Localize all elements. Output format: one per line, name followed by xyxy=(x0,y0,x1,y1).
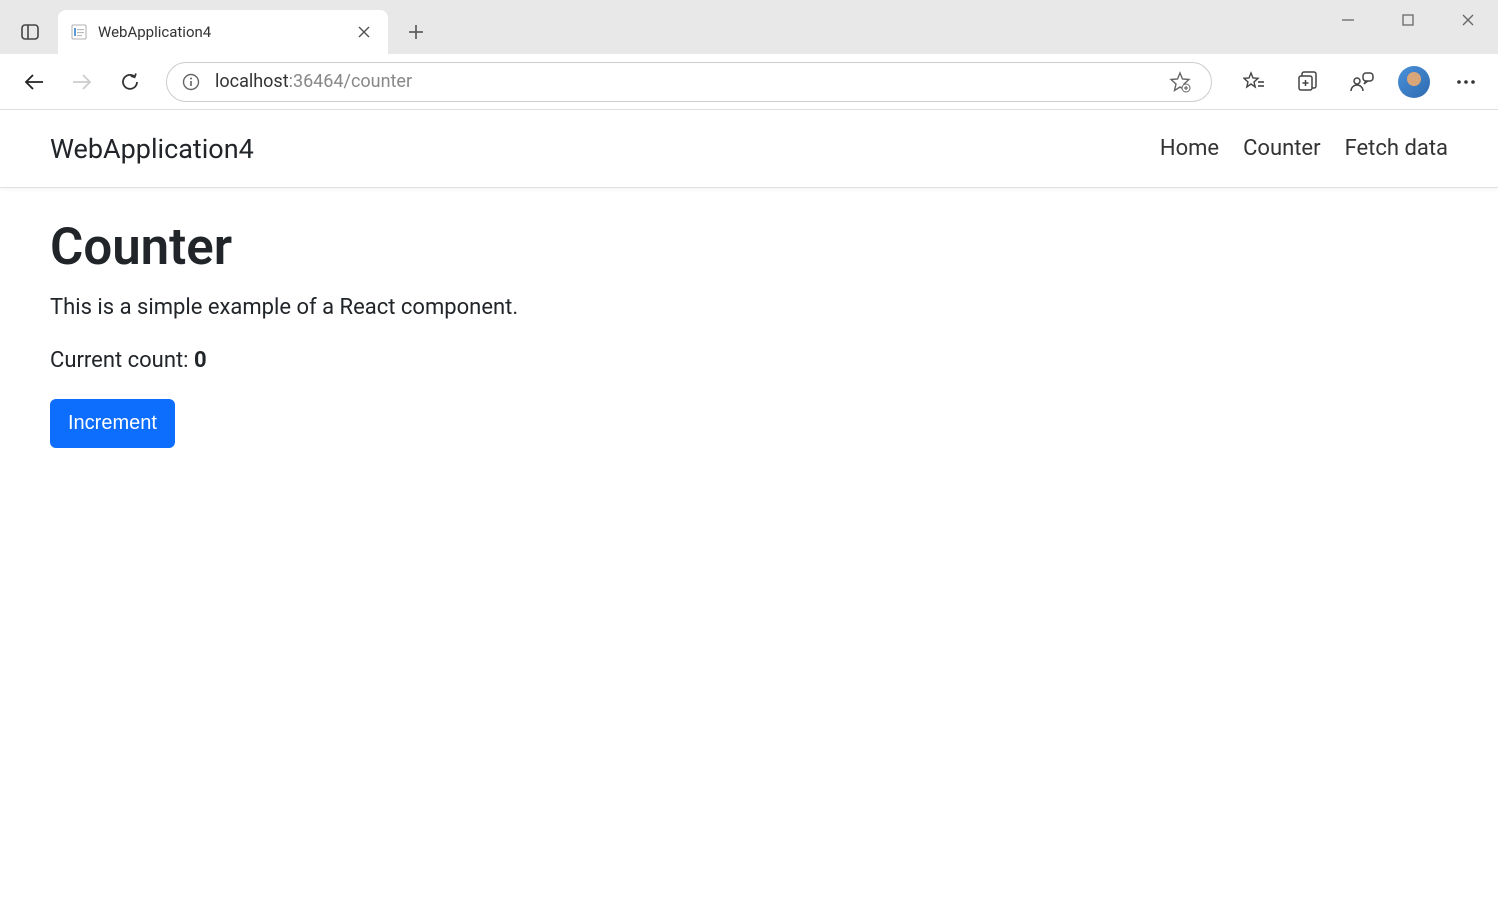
window-close-button[interactable] xyxy=(1438,0,1498,40)
count-display: Current count: 0 xyxy=(50,348,1448,373)
app-navbar: WebApplication4 Home Counter Fetch data xyxy=(0,110,1498,188)
tab-actions-icon xyxy=(20,22,40,42)
back-button[interactable] xyxy=(14,62,54,102)
close-icon xyxy=(358,26,370,38)
url-text: localhost:36464/counter xyxy=(215,71,1163,92)
nav-link-home[interactable]: Home xyxy=(1160,136,1219,161)
address-bar[interactable]: localhost:36464/counter xyxy=(166,62,1212,102)
count-value: 0 xyxy=(194,348,207,373)
more-horizontal-icon xyxy=(1456,72,1476,92)
increment-button[interactable]: Increment xyxy=(50,399,175,448)
page-favicon xyxy=(70,23,88,41)
refresh-icon xyxy=(119,71,141,93)
url-host: localhost xyxy=(215,71,289,92)
tab-actions-button[interactable] xyxy=(12,14,48,50)
tab-bar: WebApplication4 xyxy=(0,0,1498,54)
address-bar-row: localhost:36464/counter xyxy=(0,54,1498,110)
minimize-icon xyxy=(1341,13,1355,27)
arrow-right-icon xyxy=(71,71,93,93)
nav-link-fetch-data[interactable]: Fetch data xyxy=(1345,136,1448,161)
count-label: Current count: xyxy=(50,348,194,373)
toolbar-right xyxy=(1236,64,1484,100)
tab-close-button[interactable] xyxy=(352,20,376,44)
collections-button[interactable] xyxy=(1290,64,1326,100)
url-path: :36464/counter xyxy=(289,71,412,92)
favorite-add-button[interactable] xyxy=(1163,65,1197,99)
window-maximize-button[interactable] xyxy=(1378,0,1438,40)
tab-title: WebApplication4 xyxy=(98,23,352,41)
browser-tab[interactable]: WebApplication4 xyxy=(58,10,388,54)
settings-menu-button[interactable] xyxy=(1448,64,1484,100)
star-list-icon xyxy=(1243,71,1265,93)
new-tab-button[interactable] xyxy=(398,14,434,50)
collections-icon xyxy=(1297,71,1319,93)
window-minimize-button[interactable] xyxy=(1318,0,1378,40)
page-heading: Counter xyxy=(50,218,1448,277)
close-icon xyxy=(1461,13,1475,27)
star-plus-icon xyxy=(1169,71,1191,93)
nav-links: Home Counter Fetch data xyxy=(1160,136,1448,161)
page-content: Counter This is a simple example of a Re… xyxy=(0,188,1498,478)
page-description: This is a simple example of a React comp… xyxy=(50,295,1448,320)
info-icon xyxy=(182,73,200,91)
person-chat-icon xyxy=(1350,71,1374,93)
brand-title[interactable]: WebApplication4 xyxy=(50,133,254,165)
nav-link-counter[interactable]: Counter xyxy=(1243,136,1320,161)
profile-avatar[interactable] xyxy=(1398,66,1430,98)
favorites-button[interactable] xyxy=(1236,64,1272,100)
window-controls xyxy=(1318,0,1498,40)
maximize-icon xyxy=(1401,13,1415,27)
browser-essentials-button[interactable] xyxy=(1344,64,1380,100)
forward-button[interactable] xyxy=(62,62,102,102)
site-info-button[interactable] xyxy=(181,72,201,92)
browser-chrome: WebApplication4 xyxy=(0,0,1498,110)
refresh-button[interactable] xyxy=(110,62,150,102)
plus-icon xyxy=(408,24,424,40)
arrow-left-icon xyxy=(23,71,45,93)
